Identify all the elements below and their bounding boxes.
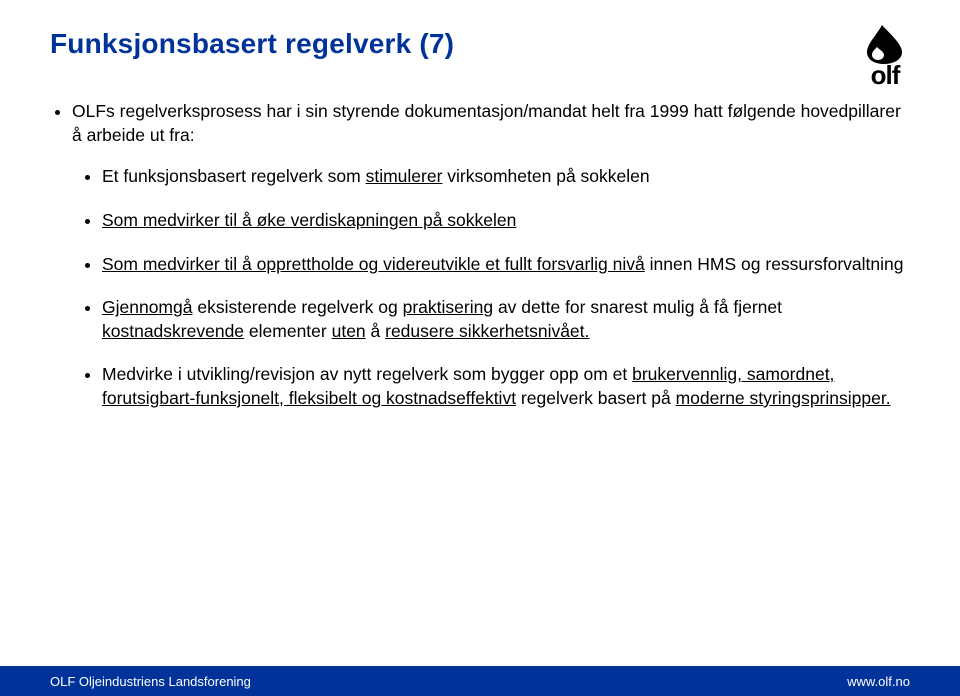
page-title: Funksjonsbasert regelverk (7) (50, 28, 910, 60)
underline: moderne styringsprinsipper. (676, 388, 891, 408)
footer-left: OLF Oljeindustriens Landsforening (50, 674, 251, 689)
sub-bullet-1: Som medvirker til å øke verdiskapningen … (102, 209, 910, 233)
text: innen HMS og ressursforvaltning (645, 254, 904, 274)
content: OLFs regelverksprosess har i sin styrend… (50, 100, 910, 411)
intro-text: OLFs regelverksprosess har i sin styrend… (72, 101, 901, 145)
text: å (366, 321, 385, 341)
underline: redusere sikkerhetsnivået. (385, 321, 589, 341)
text: Et funksjonsbasert regelverk som (102, 166, 366, 186)
sub-bullet-0: Et funksjonsbasert regelverk som stimule… (102, 165, 910, 189)
footer-url: www.olf.no (847, 674, 910, 689)
text: virksomheten på sokkelen (442, 166, 649, 186)
underline: praktisering (403, 297, 493, 317)
logo: olf (860, 22, 910, 91)
sub-bullet-2: Som medvirker til å opprettholde og vide… (102, 253, 910, 277)
text: regelverk basert på (516, 388, 676, 408)
footer: OLF Oljeindustriens Landsforening www.ol… (0, 666, 960, 696)
underline: kostnadskrevende (102, 321, 244, 341)
text: eksisterende regelverk og (192, 297, 402, 317)
text: av dette for snarest mulig å få fjernet (493, 297, 782, 317)
sub-bullet-4: Medvirke i utvikling/revisjon av nytt re… (102, 363, 910, 410)
underline: Som medvirker til å opprettholde og vide… (102, 254, 645, 274)
logo-text: olf (860, 60, 910, 91)
underline: stimulerer (366, 166, 443, 186)
text: elementer (244, 321, 332, 341)
underline: Gjennomgå (102, 297, 192, 317)
text: Medvirke i utvikling/revisjon av nytt re… (102, 364, 632, 384)
sub-bullet-3: Gjennomgå eksisterende regelverk og prak… (102, 296, 910, 343)
intro-bullet: OLFs regelverksprosess har i sin styrend… (72, 100, 910, 411)
underline: Som medvirker til å øke verdiskapningen … (102, 210, 516, 230)
slide: olf Funksjonsbasert regelverk (7) OLFs r… (0, 0, 960, 696)
underline: uten (332, 321, 366, 341)
